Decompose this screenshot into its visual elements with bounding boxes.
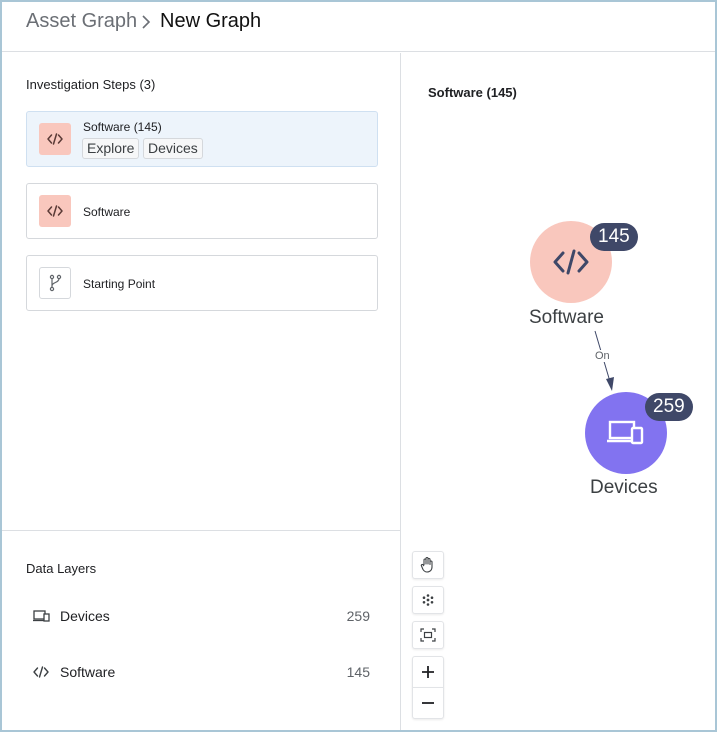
data-layers-title: Data Layers bbox=[26, 561, 97, 576]
code-icon bbox=[33, 666, 49, 678]
panel-divider bbox=[2, 530, 401, 531]
devices-icon bbox=[607, 420, 644, 445]
investigation-steps-title: Investigation Steps (3) bbox=[26, 77, 156, 92]
pan-hand-icon bbox=[420, 556, 433, 573]
devices-icon bbox=[33, 610, 50, 622]
layout-button[interactable] bbox=[412, 586, 444, 614]
devices-node-label: Devices bbox=[590, 477, 658, 498]
layer-count: 145 bbox=[346, 664, 370, 680]
step-software[interactable]: Software bbox=[26, 183, 378, 239]
zoom-out-icon bbox=[422, 702, 434, 704]
zoom-in-button[interactable] bbox=[412, 656, 444, 688]
step-label: Software (145) bbox=[83, 120, 162, 134]
zoom-out-button[interactable] bbox=[412, 687, 444, 719]
step-label: Software bbox=[83, 205, 131, 219]
layer-software[interactable]: Software 145 bbox=[32, 660, 372, 684]
zoom-in-icon bbox=[422, 666, 434, 678]
chevron-right-icon bbox=[142, 15, 151, 29]
left-panel: Investigation Steps (3) Software (145) E… bbox=[2, 53, 401, 730]
layer-count: 259 bbox=[346, 608, 370, 624]
step-label: Starting Point bbox=[83, 277, 156, 291]
layer-devices[interactable]: Devices 259 bbox=[32, 604, 372, 628]
graph-edge bbox=[594, 330, 614, 391]
software-node-label: Software bbox=[529, 307, 604, 328]
layer-name: Software bbox=[60, 664, 116, 680]
header: Asset Graph New Graph bbox=[2, 2, 715, 52]
pan-tool-button[interactable] bbox=[412, 551, 444, 579]
code-icon bbox=[39, 195, 71, 227]
edge-label: On bbox=[594, 350, 611, 362]
code-icon bbox=[553, 249, 589, 275]
devices-chip[interactable]: Devices bbox=[143, 138, 203, 159]
branch-icon bbox=[39, 267, 71, 299]
step-starting-point[interactable]: Starting Point bbox=[26, 255, 378, 311]
code-icon bbox=[39, 123, 71, 155]
fit-screen-icon bbox=[420, 628, 436, 642]
breadcrumb-asset-graph[interactable]: Asset Graph bbox=[26, 10, 137, 33]
software-count-badge: 145 bbox=[590, 223, 638, 251]
graph-panel: Software (145) On 145 Software 259 Devic… bbox=[401, 53, 715, 730]
layer-name: Devices bbox=[60, 608, 110, 624]
fit-screen-button[interactable] bbox=[412, 621, 444, 649]
devices-count-badge: 259 bbox=[645, 393, 693, 421]
step-software-145[interactable]: Software (145) Explore Devices bbox=[26, 111, 378, 167]
explore-chip[interactable]: Explore bbox=[82, 138, 140, 159]
page-title: New Graph bbox=[160, 10, 262, 32]
layout-snowflake-icon bbox=[422, 594, 434, 606]
